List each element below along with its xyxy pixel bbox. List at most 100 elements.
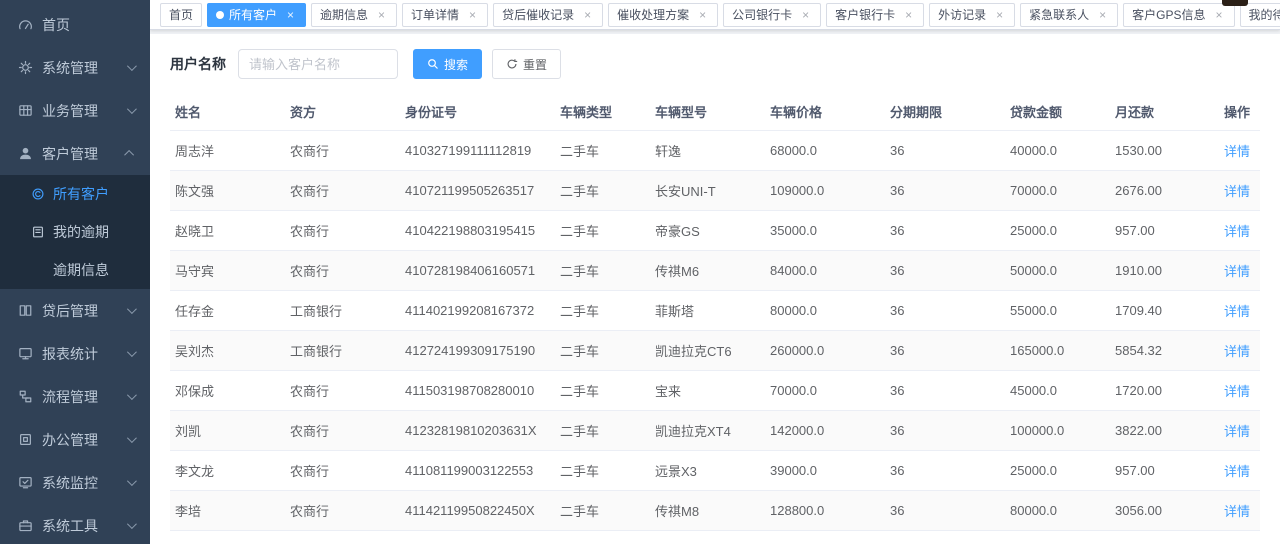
- sidebar-item-overdue-info[interactable]: 逾期信息: [0, 251, 150, 289]
- tab-collection-plan[interactable]: 催收处理方案×: [608, 3, 718, 27]
- table-cell: 周志洋: [170, 131, 285, 171]
- sidebar-item-system-mgmt[interactable]: 系统管理: [0, 46, 150, 89]
- table-cell: 农商行: [285, 531, 400, 544]
- tab-emergency-contact[interactable]: 紧急联系人×: [1020, 3, 1118, 27]
- close-icon[interactable]: ×: [696, 8, 709, 21]
- table-cell: 农商行: [285, 211, 400, 251]
- tab-my-todo[interactable]: 我的待办×: [1240, 3, 1280, 27]
- table-cell: 2676.00: [1110, 171, 1200, 211]
- sidebar-item-my-overdue[interactable]: 我的逾期: [0, 213, 150, 251]
- detail-link[interactable]: 详情: [1224, 344, 1250, 359]
- table-row: 任存金工商银行411402199208167372二手车菲斯塔80000.036…: [170, 291, 1260, 331]
- tab-label: 所有客户: [229, 3, 277, 27]
- table-cell: 100000.0: [1005, 411, 1110, 451]
- tab-customer-bank-card[interactable]: 客户银行卡×: [826, 3, 924, 27]
- close-icon[interactable]: ×: [799, 8, 812, 21]
- table-cell: 二手车: [555, 411, 650, 451]
- avatar-fragment: [1222, 0, 1248, 6]
- table-cell: 3056.00: [1110, 491, 1200, 531]
- detail-link[interactable]: 详情: [1224, 504, 1250, 519]
- detail-link[interactable]: 详情: [1224, 144, 1250, 159]
- sidebar-item-process-mgmt[interactable]: 流程管理: [0, 375, 150, 418]
- sidebar-item-system-monitor[interactable]: 系统监控: [0, 461, 150, 504]
- table-cell: 轩逸: [650, 131, 765, 171]
- column-header: 操作: [1200, 94, 1260, 131]
- table-cell-actions: 详情: [1200, 171, 1260, 211]
- close-icon[interactable]: ×: [581, 8, 594, 21]
- close-icon[interactable]: ×: [1096, 8, 1109, 21]
- sidebar-item-label: 我的逾期: [53, 222, 109, 242]
- table-cell: 传祺M6: [650, 251, 765, 291]
- close-icon[interactable]: ×: [375, 8, 388, 21]
- detail-link[interactable]: 详情: [1224, 464, 1250, 479]
- sidebar-item-business-mgmt[interactable]: 业务管理: [0, 89, 150, 132]
- table-cell: 凯迪拉克XT4: [650, 411, 765, 451]
- chevron-down-icon: [127, 476, 137, 486]
- sidebar-item-label: 报表统计: [42, 344, 127, 364]
- column-header: 月还款: [1110, 94, 1200, 131]
- tab-label: 外访记录: [938, 3, 986, 27]
- active-tab-dot: [216, 11, 224, 19]
- dashboard-icon: [18, 17, 33, 32]
- table-cell: 二手车: [555, 451, 650, 491]
- table-cell: 412724199309175190: [400, 331, 555, 371]
- detail-link[interactable]: 详情: [1224, 384, 1250, 399]
- tab-home[interactable]: 首页: [160, 3, 202, 27]
- table-row: 马守宾农商行410728198406160571二手车传祺M684000.036…: [170, 251, 1260, 291]
- table-cell: 36: [885, 371, 1005, 411]
- table-cell: 109000.0: [765, 171, 885, 211]
- sidebar-item-home[interactable]: 首页: [0, 3, 150, 46]
- tab-company-bank-card[interactable]: 公司银行卡×: [723, 3, 821, 27]
- detail-link[interactable]: 详情: [1224, 304, 1250, 319]
- close-icon[interactable]: ×: [284, 8, 297, 21]
- tab-customer-gps-info[interactable]: 客户GPS信息×: [1123, 3, 1234, 27]
- tab-overdue-info[interactable]: 逾期信息×: [311, 3, 397, 27]
- table-cell: 吴刘杰: [170, 331, 285, 371]
- column-header: 车辆类型: [555, 94, 650, 131]
- customer-name-input[interactable]: [238, 49, 398, 79]
- chevron-down-icon: [127, 433, 137, 443]
- blank-icon: [31, 263, 45, 277]
- sidebar-submenu: 所有客户我的逾期逾期信息: [0, 175, 150, 289]
- close-icon[interactable]: ×: [466, 8, 479, 21]
- reset-button[interactable]: 重置: [492, 49, 561, 79]
- detail-link[interactable]: 详情: [1224, 184, 1250, 199]
- table-cell: 陈文强: [170, 171, 285, 211]
- detail-link[interactable]: 详情: [1224, 264, 1250, 279]
- close-icon[interactable]: ×: [902, 8, 915, 21]
- table-cell: 40000.0: [1005, 131, 1110, 171]
- search-button[interactable]: 搜索: [413, 49, 482, 79]
- chart-icon: [18, 346, 33, 361]
- tab-all-customers[interactable]: 所有客户 ×: [207, 3, 306, 27]
- sidebar-item-all-customers[interactable]: 所有客户: [0, 175, 150, 213]
- table-cell: 赵晓卫: [170, 211, 285, 251]
- table-cell: 二手车: [555, 171, 650, 211]
- table-cell: 二手车: [555, 531, 650, 544]
- table-cell: 二手车: [555, 211, 650, 251]
- column-header: 贷款金额: [1005, 94, 1110, 131]
- sidebar-item-customer-mgmt[interactable]: 客户管理: [0, 132, 150, 175]
- content-panel: 用户名称 搜索 重置 姓名资方身份证号车辆类型车辆型号车辆价格分期期限贷款金额: [150, 34, 1280, 544]
- table-cell: 工商银行: [285, 291, 400, 331]
- tab-visit-record[interactable]: 外访记录 ×: [929, 3, 1015, 27]
- tab-order-detail[interactable]: 订单详情×: [402, 3, 488, 27]
- table-cell: 36: [885, 331, 1005, 371]
- tab-post-loan-collection-record[interactable]: 贷后催收记录×: [493, 3, 603, 27]
- sidebar-item-office-mgmt[interactable]: 办公管理: [0, 418, 150, 461]
- sidebar-item-report-stats[interactable]: 报表统计: [0, 332, 150, 375]
- table-cell: 70000.0: [765, 371, 885, 411]
- detail-link[interactable]: 详情: [1224, 224, 1250, 239]
- column-header: 身份证号: [400, 94, 555, 131]
- close-icon[interactable]: ×: [993, 8, 1006, 21]
- sidebar-item-system-tools[interactable]: 系统工具: [0, 504, 150, 544]
- search-field-label: 用户名称: [170, 54, 226, 74]
- close-icon[interactable]: ×: [1213, 8, 1226, 21]
- table-cell: 马守宾: [170, 251, 285, 291]
- table-row: 李培农商行41142119950822450X二手车传祺M8128800.036…: [170, 491, 1260, 531]
- sidebar-item-loan-mgmt[interactable]: 贷后管理: [0, 289, 150, 332]
- detail-link[interactable]: 详情: [1224, 424, 1250, 439]
- table-cell: 5854.32: [1110, 331, 1200, 371]
- table-cell: 957.00: [1110, 211, 1200, 251]
- table-cell: 41142119950822450X: [400, 491, 555, 531]
- gear-icon: [18, 60, 33, 75]
